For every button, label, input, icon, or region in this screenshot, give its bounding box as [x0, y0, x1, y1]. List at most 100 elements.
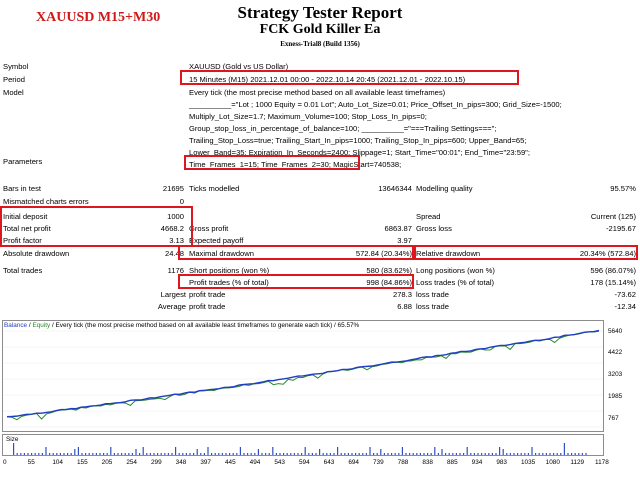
- quality-value: 95.57%: [610, 184, 636, 193]
- size-bar: [261, 453, 263, 455]
- size-bar: [34, 453, 36, 455]
- x-tick: 739: [373, 459, 384, 466]
- size-bar: [473, 453, 475, 455]
- highlight-period: [180, 70, 519, 85]
- size-bar: [315, 453, 317, 455]
- long-value: 596 (86.07%): [590, 266, 636, 275]
- size-bar: [373, 453, 375, 455]
- size-bar: [556, 453, 558, 455]
- param-line: Trailing_Stop_Loss=true; Trailing_Start_…: [189, 136, 527, 145]
- size-bar: [279, 453, 281, 455]
- size-bar: [409, 453, 411, 455]
- size-bar: [178, 453, 180, 455]
- size-bar: [128, 453, 130, 455]
- largest-profit-label: profit trade: [189, 290, 226, 299]
- x-tick: 1035: [521, 459, 536, 466]
- size-bar: [110, 447, 112, 455]
- size-bar: [502, 449, 504, 455]
- size-bar: [218, 453, 220, 455]
- spread-label: Spread: [416, 212, 441, 221]
- size-bar: [211, 453, 213, 455]
- ticks-label: Ticks modelled: [189, 184, 240, 193]
- size-bar: [387, 453, 389, 455]
- size-bar: [92, 453, 94, 455]
- size-bar: [567, 453, 569, 455]
- size-bar: [189, 453, 191, 455]
- size-bar: [466, 447, 468, 455]
- x-tick: 594: [299, 459, 310, 466]
- size-bar: [113, 453, 115, 455]
- size-bar: [369, 447, 371, 455]
- size-bar: [484, 453, 486, 455]
- size-bar: [16, 453, 18, 455]
- size-bar: [430, 453, 432, 455]
- param-line: __________="Lot ; 1000 Equity = 0.01 Lot…: [189, 100, 562, 109]
- size-bar: [531, 447, 533, 455]
- size-bar: [268, 453, 270, 455]
- size-bar: [383, 453, 385, 455]
- size-bar: [560, 453, 562, 455]
- size-bar: [322, 453, 324, 455]
- server-build: Exness-Trial8 (Build 1356): [280, 40, 360, 48]
- size-bar: [391, 453, 393, 455]
- chart-header-text: / Every tick (the most precise method ba…: [50, 322, 360, 329]
- largest-profit-value: 278.3: [392, 290, 412, 299]
- balance-line: [6, 329, 600, 418]
- size-bar: [70, 453, 72, 455]
- size-bar: [477, 453, 479, 455]
- x-tick: 205: [101, 459, 113, 466]
- size-bar: [45, 447, 47, 455]
- size-bar: [427, 453, 429, 455]
- ea-name: FCK Gold Killer Ea: [259, 22, 381, 37]
- report-title: Strategy Tester Report: [237, 3, 403, 22]
- size-bar: [524, 453, 526, 455]
- average-loss-value: -12.34: [614, 302, 636, 311]
- size-bar: [545, 453, 547, 455]
- size-bar: [319, 449, 321, 455]
- loss-trades-label: Loss trades (% of total): [416, 278, 495, 287]
- size-bar: [88, 453, 90, 455]
- highlight-profit-trades: [178, 274, 414, 289]
- y-tick: 5640: [608, 328, 623, 335]
- size-bar: [286, 453, 288, 455]
- size-bar: [52, 453, 54, 455]
- size-bar: [329, 453, 331, 455]
- size-bar: [49, 453, 51, 455]
- size-bar: [182, 453, 184, 455]
- average-profit-label: profit trade: [189, 302, 226, 311]
- average-profit-value: 6.88: [397, 302, 412, 311]
- size-bar: [247, 453, 249, 455]
- size-bar: [103, 453, 105, 455]
- size-bar: [448, 453, 450, 455]
- size-bar: [517, 453, 519, 455]
- size-bar: [232, 453, 234, 455]
- abs-dd-label: Absolute drawdown: [3, 249, 70, 258]
- x-tick: 694: [348, 459, 359, 466]
- x-tick: 0: [3, 459, 7, 466]
- size-bar: [563, 443, 565, 455]
- size-bar: [459, 453, 461, 455]
- abs-dd-value: 24.48: [164, 249, 184, 258]
- size-bar: [344, 453, 346, 455]
- size-bar: [333, 453, 335, 455]
- size-bar: [405, 453, 407, 455]
- size-bar: [452, 453, 454, 455]
- size-bar: [347, 453, 349, 455]
- size-bar: [297, 453, 299, 455]
- size-bar: [139, 453, 141, 455]
- total-trades-value: 1176: [167, 266, 184, 275]
- size-bar: [542, 453, 544, 455]
- highlight-max-drawdown: [178, 245, 414, 260]
- size-bar: [283, 453, 285, 455]
- size-bar: [106, 453, 108, 455]
- size-bar: [304, 447, 306, 455]
- balance-chart-svg: [3, 329, 603, 428]
- x-tick: 838: [422, 459, 433, 466]
- size-bar: [434, 447, 436, 455]
- size-bar: [142, 447, 144, 455]
- y-tick: 3203: [608, 371, 623, 378]
- size-bar: [351, 453, 353, 455]
- size-bar: [509, 453, 511, 455]
- x-tick: 643: [323, 459, 335, 466]
- size-bar: [207, 447, 209, 455]
